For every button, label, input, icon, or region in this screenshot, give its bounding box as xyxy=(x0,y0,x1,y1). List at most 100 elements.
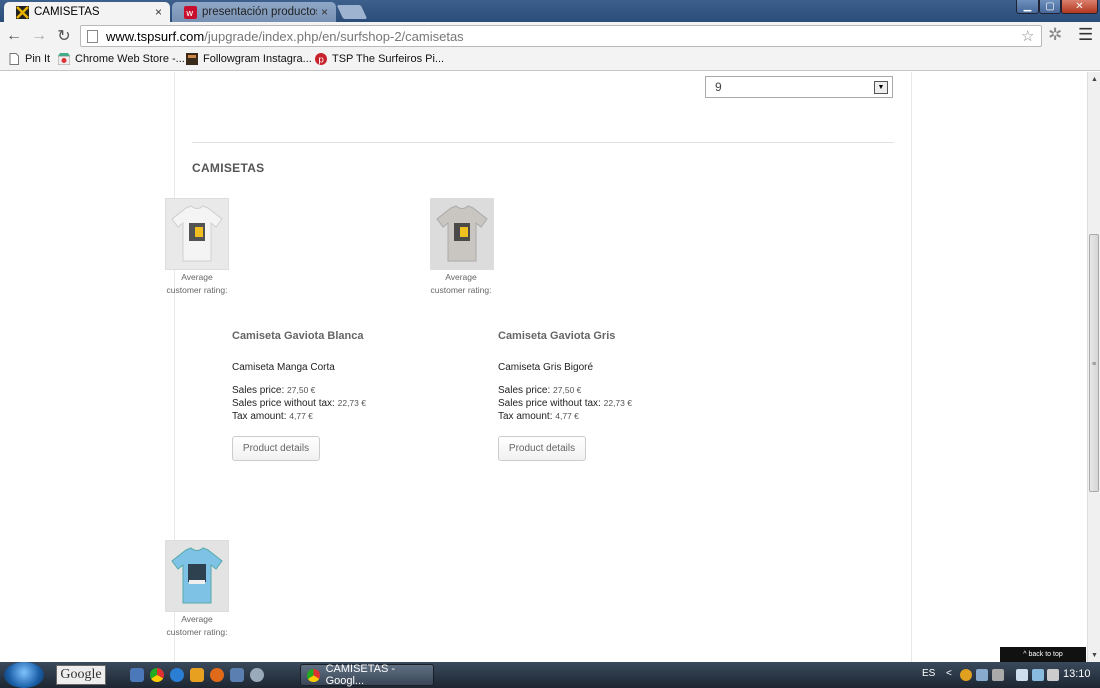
vertical-scrollbar[interactable]: ▲ ≡ ▼ xyxy=(1087,72,1100,662)
rating-line: Average xyxy=(181,272,213,282)
tax-amount-label: Tax amount: xyxy=(498,411,553,422)
rating-line: Average xyxy=(181,614,213,624)
rating-line: customer rating: xyxy=(166,627,228,637)
rating-line: customer rating: xyxy=(166,285,228,295)
maximize-button[interactable]: ▢ xyxy=(1039,0,1061,14)
tax-amount: 4,77 € xyxy=(289,411,313,421)
followgram-icon xyxy=(186,53,198,65)
tab-presentacion[interactable]: w presentación productos - × xyxy=(172,2,336,22)
product-name[interactable]: Camiseta Gaviota Blanca xyxy=(232,330,363,342)
internet-explorer-icon[interactable] xyxy=(170,668,184,682)
tax-amount: 4,77 € xyxy=(555,411,579,421)
clock[interactable]: 13:10 xyxy=(1063,668,1091,680)
product-details-button[interactable]: Product details xyxy=(498,436,586,461)
google-toolbar-button[interactable]: Google xyxy=(56,665,106,685)
bookmark-followgram[interactable]: Followgram Instagra... xyxy=(186,53,312,65)
product-prices: Sales price: 27,50 € Sales price without… xyxy=(232,384,366,423)
chrome-icon xyxy=(307,668,320,682)
windows-taskbar: Google CAMISETAS - Googl... ES < 13:10 xyxy=(0,662,1100,688)
scrollbar-thumb[interactable]: ≡ xyxy=(1089,234,1099,492)
tray-monitor-icon[interactable] xyxy=(976,669,988,681)
sales-price-label: Sales price: xyxy=(498,385,551,396)
price-without-tax: 22,73 € xyxy=(603,398,632,408)
product-image[interactable] xyxy=(165,198,229,270)
star-app-icon[interactable] xyxy=(250,668,264,682)
task-label: CAMISETAS - Googl... xyxy=(325,663,396,687)
extension-gear-icon[interactable]: ✲ xyxy=(1048,25,1062,45)
tab-close-icon[interactable]: × xyxy=(321,5,328,19)
scroll-up-icon[interactable]: ▲ xyxy=(1091,76,1098,83)
minimize-button[interactable]: ▁ xyxy=(1016,0,1039,14)
language-indicator[interactable]: ES xyxy=(922,668,935,679)
results-per-page-select[interactable]: 9 ▼ xyxy=(705,76,893,98)
average-customer-rating: Average customer rating: xyxy=(157,271,237,297)
site-favicon-icon: w xyxy=(184,5,197,19)
volume-icon[interactable] xyxy=(1047,669,1059,681)
page-icon xyxy=(9,53,19,65)
bookmark-label: Chrome Web Store -... xyxy=(75,53,185,65)
bookmark-tsp-pinterest[interactable]: p TSP The Surfeiros Pi... xyxy=(315,53,444,65)
tray-app-icon[interactable] xyxy=(960,669,972,681)
price-without-tax: 22,73 € xyxy=(337,398,366,408)
close-window-button[interactable]: ✕ xyxy=(1061,0,1098,14)
browser-window: CAMISETAS × w presentación productos - ×… xyxy=(0,0,1100,688)
tab-close-icon[interactable]: × xyxy=(155,5,162,19)
media-player-icon[interactable] xyxy=(190,668,204,682)
sales-price: 27,50 € xyxy=(553,385,582,395)
site-favicon-icon xyxy=(16,5,29,19)
tshirt-grey-image xyxy=(436,205,488,262)
tab-label: CAMISETAS xyxy=(34,6,100,18)
product-image[interactable] xyxy=(430,198,494,270)
scroll-down-icon[interactable]: ▼ xyxy=(1091,652,1098,659)
menu-icon[interactable]: ☰ xyxy=(1078,25,1093,45)
bookmark-star-icon[interactable]: ☆ xyxy=(1021,27,1034,45)
new-tab-button[interactable] xyxy=(336,5,368,19)
chrome-store-icon xyxy=(58,53,70,65)
back-button[interactable]: ← xyxy=(4,26,24,46)
product-name[interactable]: Camiseta Gaviota Gris xyxy=(498,330,615,342)
firefox-icon[interactable] xyxy=(210,668,224,682)
tshirt-blue-image xyxy=(171,547,223,604)
product-details-button[interactable]: Product details xyxy=(232,436,320,461)
pinterest-icon: p xyxy=(315,53,327,65)
url-host: www.tspsurf.com xyxy=(106,28,205,44)
product-image[interactable] xyxy=(165,540,229,612)
back-to-top-link[interactable]: ^ back to top xyxy=(1000,647,1086,662)
product-description: Camiseta Manga Corta xyxy=(232,362,335,373)
bookmark-label: Followgram Instagra... xyxy=(203,53,312,65)
bookmark-pin-it[interactable]: Pin It xyxy=(8,53,50,65)
tab-camisetas[interactable]: CAMISETAS × xyxy=(4,2,170,22)
taskbar-chrome-window[interactable]: CAMISETAS - Googl... xyxy=(300,663,434,687)
address-bar[interactable]: www.tspsurf.com/jupgrade/index.php/en/su… xyxy=(80,25,1042,47)
tax-amount-label: Tax amount: xyxy=(232,411,287,422)
reload-button[interactable]: ↻ xyxy=(54,26,74,46)
svg-text:w: w xyxy=(186,9,193,19)
select-value: 9 xyxy=(715,80,722,94)
average-customer-rating: Average customer rating: xyxy=(421,271,501,297)
tab-strip: CAMISETAS × w presentación productos - ×… xyxy=(0,0,1100,22)
bookmark-label: Pin It xyxy=(25,53,51,65)
divider xyxy=(192,142,894,143)
bookmark-label: TSP The Surfeiros Pi... xyxy=(332,53,445,65)
tray-wifi-icon[interactable] xyxy=(1032,669,1044,681)
show-desktop-icon[interactable] xyxy=(130,668,144,682)
page-icon xyxy=(87,29,98,43)
chevron-down-icon[interactable]: ▼ xyxy=(874,81,888,94)
page-viewport: 9 ▼ CAMISETAS Average customer rating: C… xyxy=(0,72,1087,662)
bookmark-chrome-web-store[interactable]: Chrome Web Store -... xyxy=(58,53,185,65)
price-without-tax-label: Sales price without tax: xyxy=(498,398,601,409)
chrome-icon[interactable] xyxy=(150,668,164,682)
tab-label: presentación productos - xyxy=(202,6,317,18)
start-button[interactable] xyxy=(4,662,44,688)
grip-icon: ≡ xyxy=(1092,361,1097,368)
bookmarks-bar: Pin It Chrome Web Store -... Followgram … xyxy=(0,49,1100,71)
tray-battery-icon[interactable] xyxy=(1016,669,1028,681)
category-title: CAMISETAS xyxy=(192,161,265,175)
browser-toolbar: ← → ↻ www.tspsurf.com/jupgrade/index.php… xyxy=(0,22,1100,49)
tray-expand-icon[interactable]: < xyxy=(946,668,952,679)
rating-line: customer rating: xyxy=(430,285,492,295)
forward-button[interactable]: → xyxy=(29,26,49,46)
tray-network-icon[interactable] xyxy=(992,669,1004,681)
svg-text:p: p xyxy=(318,56,324,66)
window-switcher-icon[interactable] xyxy=(230,668,244,682)
